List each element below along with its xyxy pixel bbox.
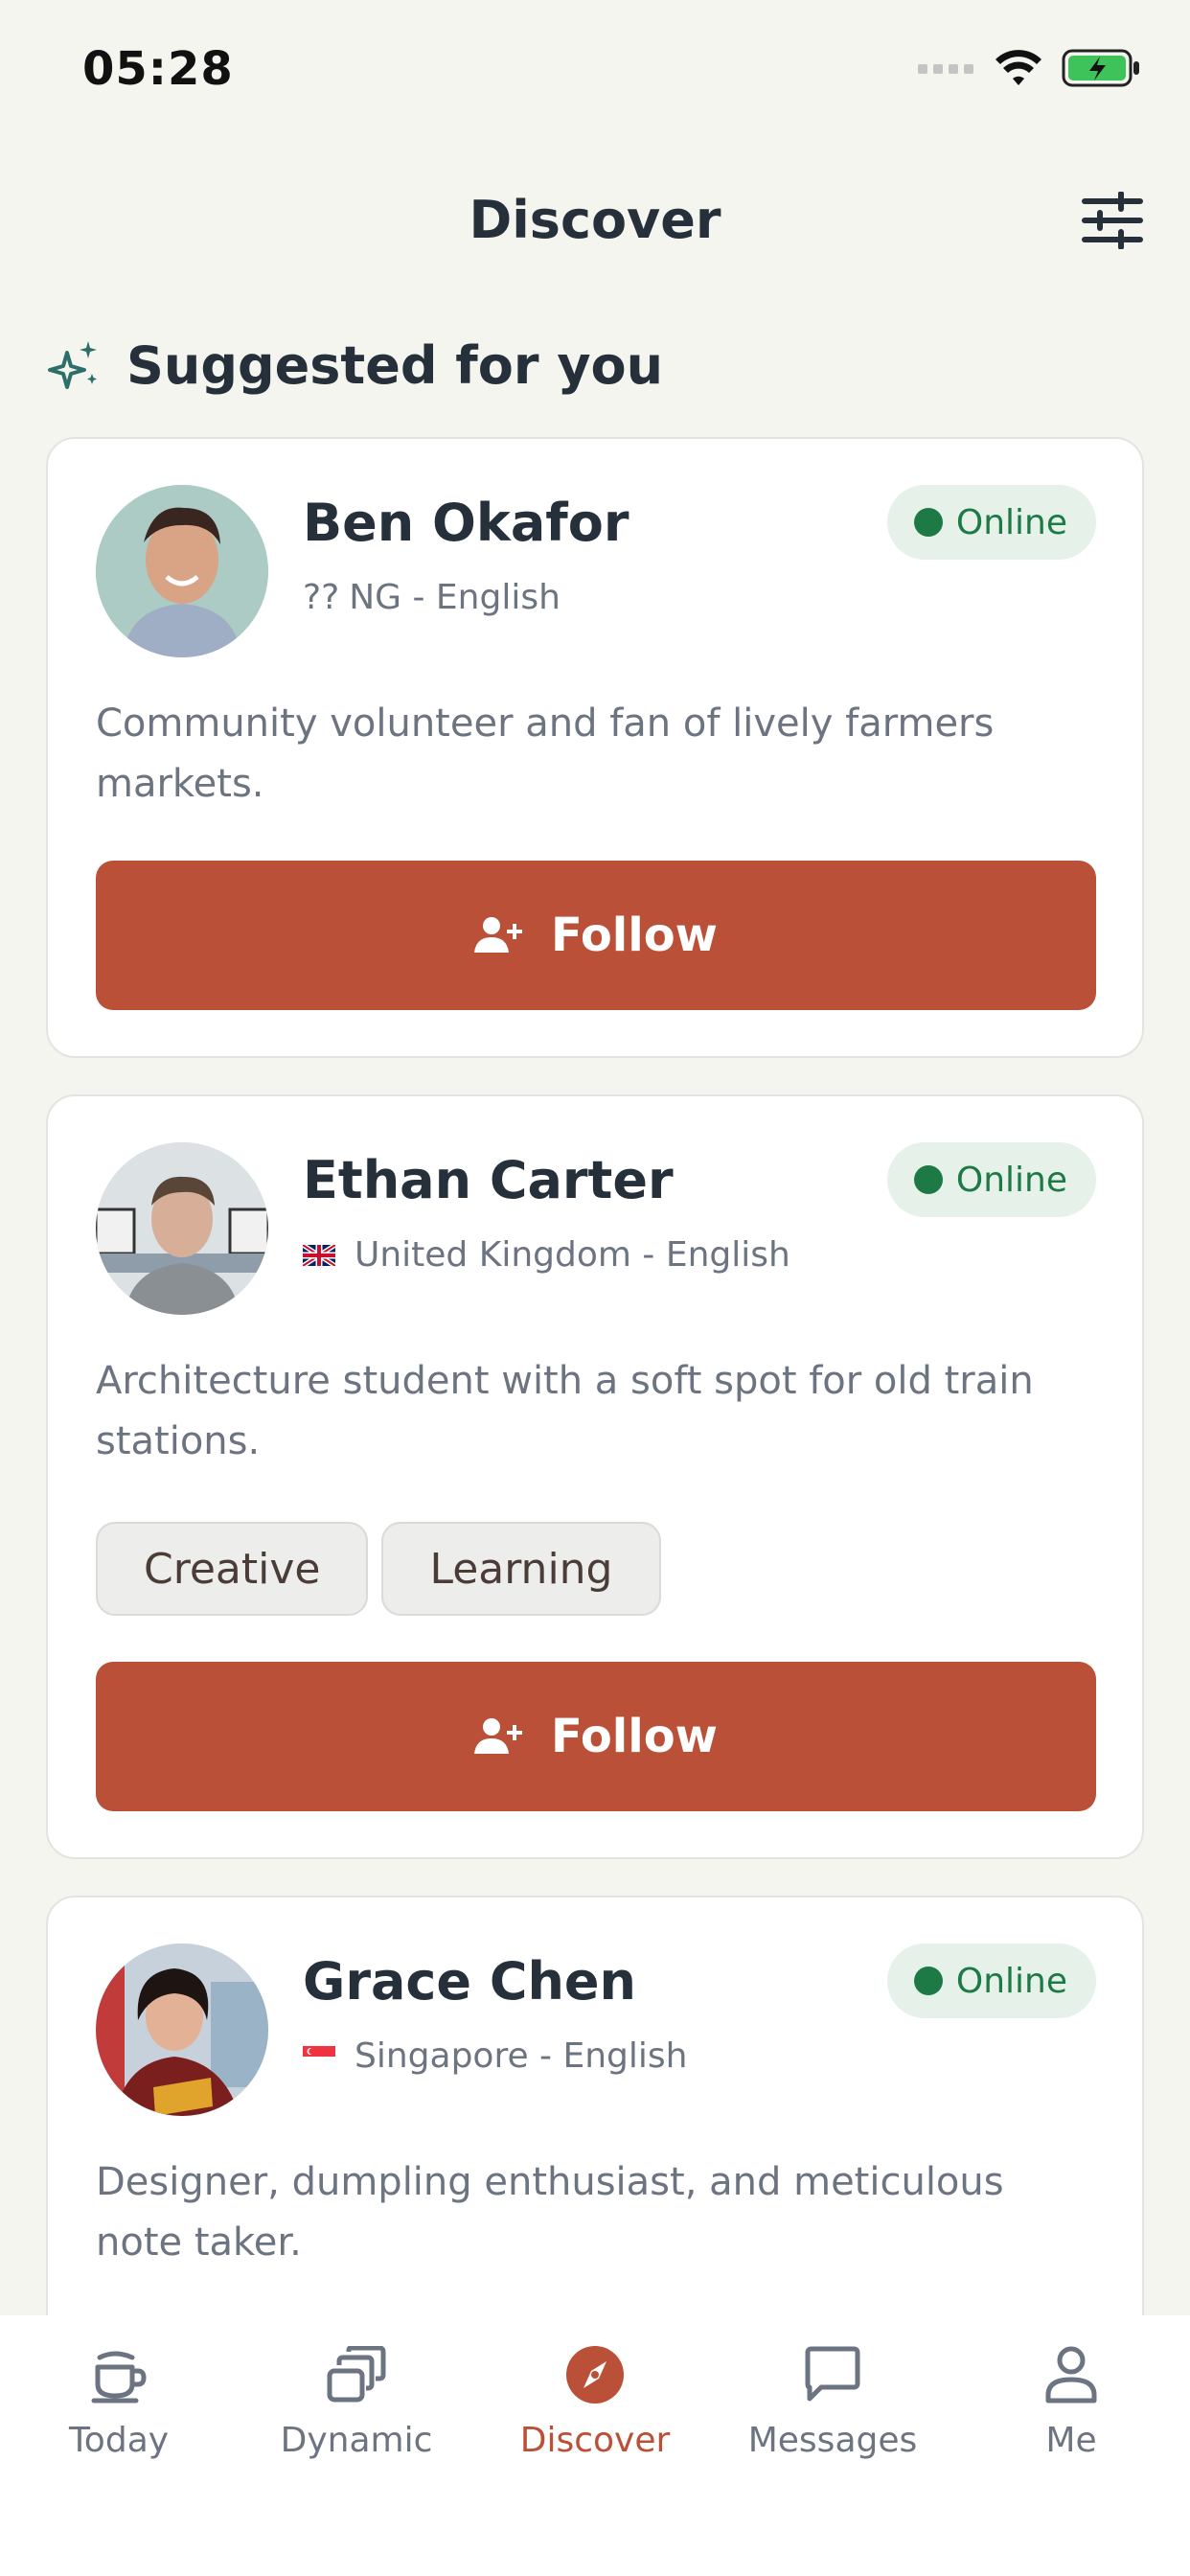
avatar[interactable]: [96, 485, 268, 657]
wifi-icon: [995, 50, 1041, 85]
filter-button[interactable]: [1081, 191, 1144, 250]
tab-messages[interactable]: Messages: [714, 2340, 951, 2474]
person-icon: [1045, 2346, 1097, 2404]
section-title: Suggested for you: [126, 335, 664, 396]
status-badge: Online: [886, 1944, 1096, 2018]
user-name[interactable]: Ben Okafor: [303, 493, 629, 553]
tab-label: Discover: [519, 2421, 671, 2460]
section-header: Suggested for you: [48, 335, 663, 396]
tab-label: Dynamic: [280, 2421, 433, 2460]
tab-label: Messages: [747, 2421, 918, 2460]
tag-chip[interactable]: Creative: [96, 1522, 369, 1616]
status-badge: Online: [886, 1142, 1096, 1217]
tab-dynamic[interactable]: Dynamic: [238, 2340, 475, 2474]
avatar[interactable]: [96, 1142, 268, 1315]
tab-today[interactable]: Today: [0, 2340, 238, 2474]
follow-button[interactable]: Follow: [96, 1662, 1096, 1811]
user-card[interactable]: Ben Okafor ?? NG - English Online Commun…: [46, 437, 1144, 1058]
user-bio: Community volunteer and fan of lively fa…: [96, 702, 995, 806]
status-bar: 05:28: [0, 0, 1190, 144]
suggestion-feed[interactable]: Ben Okafor ?? NG - English Online Commun…: [46, 437, 1144, 2315]
avatar[interactable]: [96, 1944, 268, 2116]
uk-flag-icon: [303, 1244, 335, 1266]
user-card[interactable]: Ethan Carter United Kingdom - English On…: [46, 1094, 1144, 1859]
add-user-icon: [473, 1718, 522, 1754]
status-icons: [918, 48, 1142, 88]
status-time: 05:28: [82, 42, 234, 96]
sliders-icon: [1082, 191, 1143, 250]
tab-discover[interactable]: Discover: [476, 2340, 714, 2474]
page-title: Discover: [469, 190, 721, 250]
online-dot-icon: [913, 1165, 943, 1194]
interest-tags: Creative Learning: [96, 1522, 1096, 1616]
status-text: Online: [955, 502, 1067, 542]
status-text: Online: [955, 1160, 1067, 1200]
stack-icon: [327, 2346, 386, 2403]
user-location-language: Singapore - English: [355, 2036, 688, 2076]
header: Discover: [0, 153, 1190, 278]
tab-label: Me: [1045, 2421, 1097, 2460]
user-card[interactable]: Grace Chen Singapore - English Online De…: [46, 1896, 1144, 2315]
online-dot-icon: [913, 508, 943, 537]
singapore-flag-icon: [303, 2045, 335, 2067]
battery-icon: [1062, 49, 1139, 87]
status-badge: Online: [886, 485, 1096, 560]
flag-placeholder: ??: [303, 578, 340, 617]
follow-label: Follow: [550, 908, 719, 962]
user-meta: Singapore - English: [303, 2036, 687, 2076]
tag-chip[interactable]: Learning: [381, 1522, 661, 1616]
user-meta: United Kingdom - English: [303, 1235, 790, 1275]
status-text: Online: [955, 1961, 1067, 2001]
user-meta: ?? NG - English: [303, 578, 629, 617]
user-bio: Designer, dumpling enthusiast, and metic…: [96, 2160, 1004, 2265]
user-name[interactable]: Ethan Carter: [303, 1150, 790, 1210]
signal-icon: [918, 64, 973, 74]
user-bio: Architecture student with a soft spot fo…: [96, 1359, 1034, 1463]
user-location-language: United Kingdom - English: [355, 1235, 790, 1275]
add-user-icon: [473, 917, 522, 953]
online-dot-icon: [913, 1966, 943, 1995]
compass-icon: [566, 2346, 624, 2404]
chat-icon: [805, 2346, 860, 2402]
follow-label: Follow: [550, 1710, 719, 1763]
user-name[interactable]: Grace Chen: [303, 1951, 687, 2012]
follow-button[interactable]: Follow: [96, 861, 1096, 1010]
tab-label: Today: [68, 2421, 170, 2460]
tab-me[interactable]: Me: [952, 2340, 1190, 2474]
user-location-language: NG - English: [349, 578, 561, 617]
cup-icon: [91, 2351, 147, 2404]
bottom-tab-bar: Today Dynamic Discover Messages Me: [0, 2315, 1190, 2576]
sparkles-icon: [48, 340, 97, 389]
